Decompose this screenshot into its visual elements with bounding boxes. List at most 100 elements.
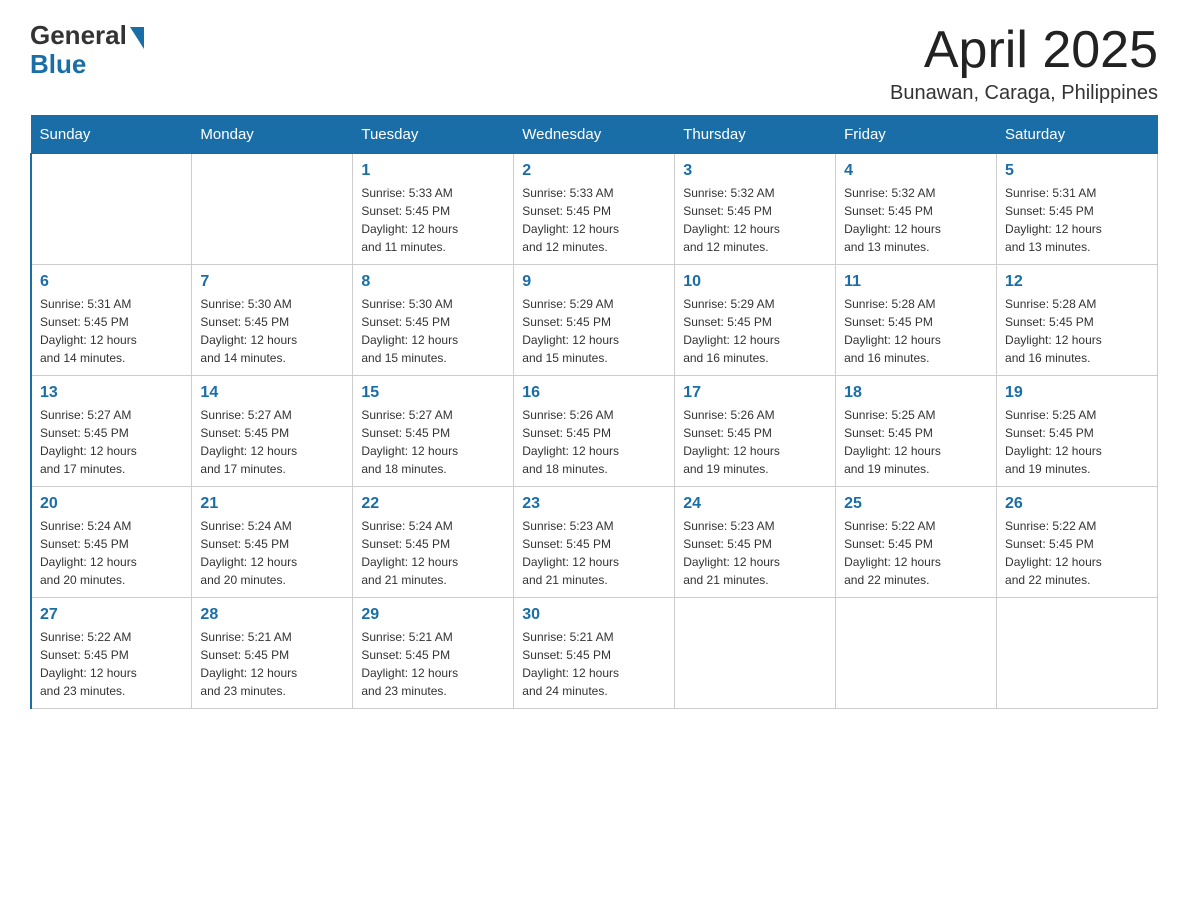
day-info: Sunrise: 5:29 AM Sunset: 5:45 PM Dayligh…: [522, 295, 666, 367]
day-info: Sunrise: 5:21 AM Sunset: 5:45 PM Dayligh…: [361, 628, 505, 700]
day-info: Sunrise: 5:32 AM Sunset: 5:45 PM Dayligh…: [683, 184, 827, 256]
page-header: General Blue April 2025 Bunawan, Caraga,…: [30, 20, 1158, 105]
calendar-cell: 20 Sunrise: 5:24 AM Sunset: 5:45 PM Dayli…: [31, 487, 192, 598]
week-row-1: 1 Sunrise: 5:33 AM Sunset: 5:45 PM Daylig…: [31, 154, 1158, 265]
calendar-cell: 6 Sunrise: 5:31 AM Sunset: 5:45 PM Daylig…: [31, 265, 192, 376]
week-row-2: 6 Sunrise: 5:31 AM Sunset: 5:45 PM Daylig…: [31, 265, 1158, 376]
calendar-cell: 28 Sunrise: 5:21 AM Sunset: 5:45 PM Dayli…: [192, 598, 353, 709]
calendar-cell: 9 Sunrise: 5:29 AM Sunset: 5:45 PM Daylig…: [514, 265, 675, 376]
calendar-cell: [836, 598, 997, 709]
day-number: 5: [1005, 162, 1149, 180]
day-info: Sunrise: 5:24 AM Sunset: 5:45 PM Dayligh…: [361, 517, 505, 589]
day-info: Sunrise: 5:29 AM Sunset: 5:45 PM Dayligh…: [683, 295, 827, 367]
day-info: Sunrise: 5:25 AM Sunset: 5:45 PM Dayligh…: [1005, 406, 1149, 478]
day-number: 10: [683, 273, 827, 291]
day-number: 25: [844, 495, 988, 513]
calendar-cell: 14 Sunrise: 5:27 AM Sunset: 5:45 PM Dayli…: [192, 376, 353, 487]
calendar-cell: 8Sunrise: 5:30 AM Sunset: 5:45 PM Daylig…: [353, 265, 514, 376]
day-info: Sunrise: 5:33 AM Sunset: 5:45 PM Dayligh…: [522, 184, 666, 256]
calendar-cell: [675, 598, 836, 709]
calendar-cell: 30Sunrise: 5:21 AM Sunset: 5:45 PM Dayli…: [514, 598, 675, 709]
day-number: 29: [361, 606, 505, 624]
day-info: Sunrise: 5:24 AM Sunset: 5:45 PM Dayligh…: [40, 517, 183, 589]
day-info: Sunrise: 5:23 AM Sunset: 5:45 PM Dayligh…: [683, 517, 827, 589]
day-info: Sunrise: 5:25 AM Sunset: 5:45 PM Dayligh…: [844, 406, 988, 478]
col-header-friday: Friday: [836, 116, 997, 154]
calendar-cell: 13 Sunrise: 5:27 AM Sunset: 5:45 PM Dayli…: [31, 376, 192, 487]
calendar-cell: 22 Sunrise: 5:24 AM Sunset: 5:45 PM Dayli…: [353, 487, 514, 598]
day-info: Sunrise: 5:30 AM Sunset: 5:45 PM Dayligh…: [200, 295, 344, 367]
day-number: 20: [40, 495, 183, 513]
logo-general-text: General: [30, 20, 127, 51]
day-info: Sunrise: 5:27 AM Sunset: 5:45 PM Dayligh…: [40, 406, 183, 478]
day-number: 28: [200, 606, 344, 624]
day-number: 18: [844, 384, 988, 402]
title-section: April 2025 Bunawan, Caraga, Philippines: [890, 20, 1158, 105]
location-title: Bunawan, Caraga, Philippines: [890, 82, 1158, 105]
day-number: 13: [40, 384, 183, 402]
calendar-cell: 3 Sunrise: 5:32 AM Sunset: 5:45 PM Daylig…: [675, 154, 836, 265]
day-info: Sunrise: 5:21 AM Sunset: 5:45 PM Dayligh…: [200, 628, 344, 700]
day-number: 1: [361, 162, 505, 180]
day-info: Sunrise: 5:31 AM Sunset: 5:45 PM Dayligh…: [40, 295, 183, 367]
day-info: Sunrise: 5:22 AM Sunset: 5:45 PM Dayligh…: [844, 517, 988, 589]
day-info: Sunrise: 5:27 AM Sunset: 5:45 PM Dayligh…: [361, 406, 505, 478]
col-header-thursday: Thursday: [675, 116, 836, 154]
day-number: 9: [522, 273, 666, 291]
calendar-cell: 27 Sunrise: 5:22 AM Sunset: 5:45 PM Dayli…: [31, 598, 192, 709]
day-number: 6: [40, 273, 183, 291]
day-info: Sunrise: 5:27 AM Sunset: 5:45 PM Dayligh…: [200, 406, 344, 478]
calendar-cell: 2 Sunrise: 5:33 AM Sunset: 5:45 PM Daylig…: [514, 154, 675, 265]
day-info: Sunrise: 5:33 AM Sunset: 5:45 PM Dayligh…: [361, 184, 505, 256]
day-info: Sunrise: 5:22 AM Sunset: 5:45 PM Dayligh…: [40, 628, 183, 700]
calendar-cell: [192, 154, 353, 265]
day-number: 30: [522, 606, 666, 624]
day-number: 11: [844, 273, 988, 291]
day-number: 26: [1005, 495, 1149, 513]
day-info: Sunrise: 5:31 AM Sunset: 5:45 PM Dayligh…: [1005, 184, 1149, 256]
logo: General Blue: [30, 20, 144, 80]
day-info: Sunrise: 5:24 AM Sunset: 5:45 PM Dayligh…: [200, 517, 344, 589]
day-number: 23: [522, 495, 666, 513]
calendar-cell: 18 Sunrise: 5:25 AM Sunset: 5:45 PM Dayli…: [836, 376, 997, 487]
day-number: 3: [683, 162, 827, 180]
day-info: Sunrise: 5:26 AM Sunset: 5:45 PM Dayligh…: [683, 406, 827, 478]
calendar-cell: [31, 154, 192, 265]
calendar-cell: 11 Sunrise: 5:28 AM Sunset: 5:45 PM Dayli…: [836, 265, 997, 376]
calendar-cell: 5 Sunrise: 5:31 AM Sunset: 5:45 PM Daylig…: [997, 154, 1158, 265]
calendar-cell: 7Sunrise: 5:30 AM Sunset: 5:45 PM Daylig…: [192, 265, 353, 376]
calendar-cell: 19Sunrise: 5:25 AM Sunset: 5:45 PM Dayli…: [997, 376, 1158, 487]
calendar-cell: 1 Sunrise: 5:33 AM Sunset: 5:45 PM Daylig…: [353, 154, 514, 265]
month-title: April 2025: [890, 20, 1158, 80]
col-header-tuesday: Tuesday: [353, 116, 514, 154]
calendar-cell: 17 Sunrise: 5:26 AM Sunset: 5:45 PM Dayli…: [675, 376, 836, 487]
calendar-cell: 24 Sunrise: 5:23 AM Sunset: 5:45 PM Dayli…: [675, 487, 836, 598]
day-number: 14: [200, 384, 344, 402]
day-info: Sunrise: 5:28 AM Sunset: 5:45 PM Dayligh…: [1005, 295, 1149, 367]
day-number: 17: [683, 384, 827, 402]
day-number: 27: [40, 606, 183, 624]
day-number: 21: [200, 495, 344, 513]
day-number: 2: [522, 162, 666, 180]
calendar-cell: 10 Sunrise: 5:29 AM Sunset: 5:45 PM Dayli…: [675, 265, 836, 376]
day-info: Sunrise: 5:23 AM Sunset: 5:45 PM Dayligh…: [522, 517, 666, 589]
day-info: Sunrise: 5:28 AM Sunset: 5:45 PM Dayligh…: [844, 295, 988, 367]
calendar-cell: 15 Sunrise: 5:27 AM Sunset: 5:45 PM Dayli…: [353, 376, 514, 487]
calendar-cell: 12Sunrise: 5:28 AM Sunset: 5:45 PM Dayli…: [997, 265, 1158, 376]
calendar-cell: 21 Sunrise: 5:24 AM Sunset: 5:45 PM Dayli…: [192, 487, 353, 598]
day-number: 16: [522, 384, 666, 402]
col-header-saturday: Saturday: [997, 116, 1158, 154]
calendar-cell: 23 Sunrise: 5:23 AM Sunset: 5:45 PM Dayli…: [514, 487, 675, 598]
day-number: 22: [361, 495, 505, 513]
day-number: 24: [683, 495, 827, 513]
week-row-3: 13 Sunrise: 5:27 AM Sunset: 5:45 PM Dayli…: [31, 376, 1158, 487]
logo-triangle-icon: [130, 27, 144, 49]
day-number: 15: [361, 384, 505, 402]
col-header-monday: Monday: [192, 116, 353, 154]
calendar-table: SundayMondayTuesdayWednesdayThursdayFrid…: [30, 115, 1158, 709]
calendar-cell: 26 Sunrise: 5:22 AM Sunset: 5:45 PM Dayli…: [997, 487, 1158, 598]
calendar-cell: [997, 598, 1158, 709]
logo-blue-text: Blue: [30, 49, 86, 80]
day-info: Sunrise: 5:22 AM Sunset: 5:45 PM Dayligh…: [1005, 517, 1149, 589]
day-number: 4: [844, 162, 988, 180]
